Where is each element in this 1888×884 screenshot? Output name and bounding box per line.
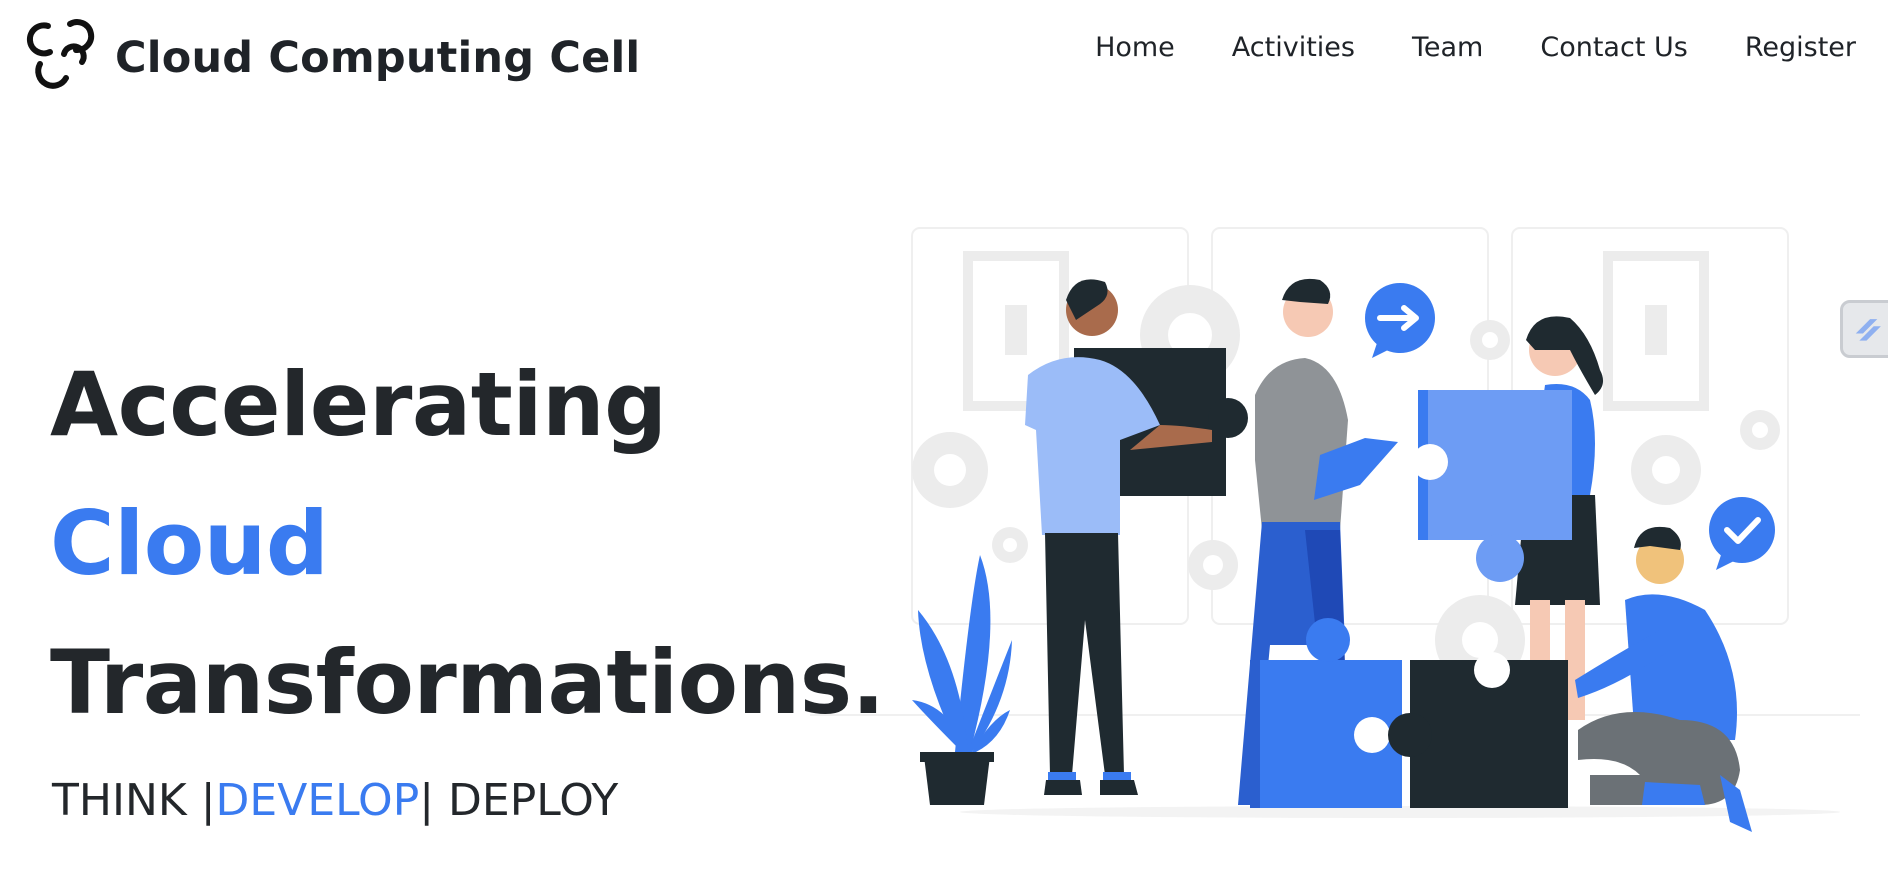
side-toggle-widget[interactable] [1840,300,1888,358]
nav-contact-us[interactable]: Contact Us [1540,28,1687,68]
brand-name[interactable]: Cloud Computing Cell [115,33,640,83]
navbar: Cloud Computing Cell Home Activities Tea… [0,0,1888,110]
nav-team[interactable]: Team [1412,28,1483,68]
nav-activities[interactable]: Activities [1232,28,1355,68]
person-kneeling [1575,526,1752,832]
hero-line-transformations: Transformations. [50,631,885,734]
hero-tagline: THINK |DEVELOP| DEPLOY [52,775,618,826]
check-chat-bubble-icon [1709,497,1775,570]
tagline-think: THINK | [52,775,216,826]
hero-heading: Accelerating Cloud Transformations. [50,335,885,752]
tagline-develop: DEVELOP [215,775,420,826]
nav-home[interactable]: Home [1095,28,1175,68]
cloud-logo-icon[interactable] [20,16,98,94]
blue-puzzle-piece-bottom [1250,618,1402,808]
nav-menu: Home Activities Team Contact Us Register [1038,28,1856,68]
slider-toggle-icon [1855,319,1881,341]
hero-line-accelerating: Accelerating [50,353,667,456]
person-left [1025,279,1248,795]
arrow-chat-bubble-icon [1365,283,1435,358]
hero-line-cloud: Cloud [50,492,329,595]
tagline-deploy: | DEPLOY [419,775,619,826]
plant-icon [912,555,1012,805]
team-puzzle-illustration [810,227,1860,832]
nav-register[interactable]: Register [1745,28,1856,68]
dark-puzzle-piece-bottom [1388,652,1568,808]
